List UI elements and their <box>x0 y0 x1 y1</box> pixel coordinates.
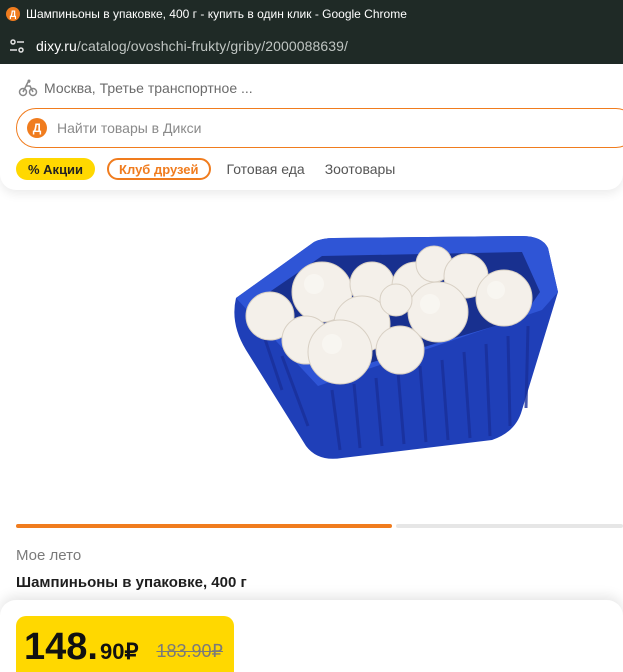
url-path: /catalog/ovoshchi-frukty/griby/200008863… <box>76 38 349 54</box>
search-input[interactable] <box>57 120 457 136</box>
address-bar[interactable]: dixy.ru/catalog/ovoshchi-frukty/griby/20… <box>0 28 623 64</box>
mushroom-pack-image <box>234 236 558 459</box>
product-brand[interactable]: Мое лето <box>16 547 81 564</box>
dixy-logo-icon <box>27 118 47 138</box>
friends-club-chip[interactable]: Клуб друзей <box>107 158 211 180</box>
category-nav: % Акции Клуб друзей Готовая еда Зоотовар… <box>16 158 403 180</box>
gallery-progress-fill <box>16 524 392 528</box>
promo-chip[interactable]: % Акции <box>16 158 96 180</box>
location-text: Москва, Третье транспортное ... <box>44 80 253 96</box>
product-title: Шампиньоны в упаковке, 400 г <box>16 574 247 591</box>
gallery-progress-track <box>396 524 623 528</box>
bike-delivery-icon <box>18 79 38 97</box>
nav-link-ready-food[interactable]: Готовая еда <box>227 161 305 177</box>
dixy-favicon-icon <box>6 7 20 21</box>
url-host: dixy.ru <box>36 38 77 54</box>
browser-titlebar: Шампиньоны в упаковке, 400 г - купить в … <box>0 0 623 28</box>
site-settings-icon[interactable] <box>8 37 26 55</box>
delivery-location[interactable]: Москва, Третье транспортное ... <box>18 78 253 98</box>
price-panel: 148. 90₽ 183.90₽ <box>0 600 623 672</box>
price-main: 148. <box>24 626 98 668</box>
gallery-progress <box>16 524 623 528</box>
price-cents: 90₽ <box>99 639 139 664</box>
nav-link-pet-goods[interactable]: Зоотовары <box>325 161 396 177</box>
url-text[interactable]: dixy.ru/catalog/ovoshchi-frukty/griby/20… <box>36 38 348 54</box>
product-image[interactable] <box>222 200 572 490</box>
site-header: Москва, Третье транспортное ... % Акции … <box>0 64 623 190</box>
price-tag: 148. 90₽ 183.90₽ <box>16 616 234 672</box>
old-price: 183.90₽ <box>156 641 223 661</box>
window-title: Шампиньоны в упаковке, 400 г - купить в … <box>26 7 407 21</box>
search-bar[interactable] <box>16 108 623 148</box>
